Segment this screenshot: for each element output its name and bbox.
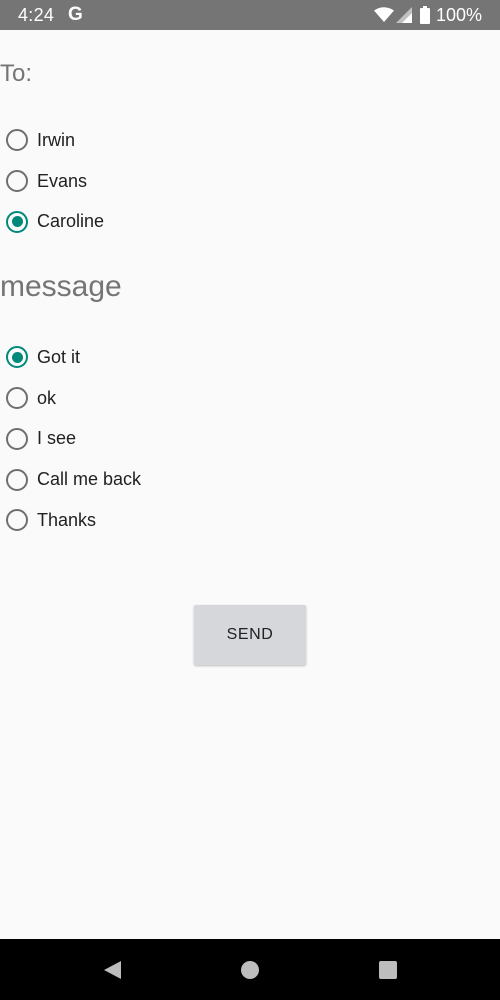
signal-icon <box>395 7 412 23</box>
message-option-ok[interactable]: ok <box>6 378 141 419</box>
status-time: 4:24 <box>18 5 55 25</box>
battery-icon <box>419 6 430 24</box>
message-label: message <box>0 270 122 303</box>
radio-label: Caroline <box>37 211 105 232</box>
message-option-got-it[interactable]: Got it <box>6 337 141 378</box>
radio-label: Irwin <box>37 129 76 150</box>
message-option-i-see[interactable]: I see <box>6 419 141 460</box>
radio-label: Call me back <box>37 469 142 490</box>
wifi-icon <box>373 7 394 23</box>
message-radio-group: Got it ok I see Call me back Thanks <box>6 337 141 541</box>
radio-label: Evans <box>37 170 88 191</box>
message-option-call-me-back[interactable]: Call me back <box>6 459 141 500</box>
recipient-option-irwin[interactable]: Irwin <box>6 120 104 161</box>
recipient-option-evans[interactable]: Evans <box>6 161 104 202</box>
radio-button-checked[interactable] <box>6 210 28 233</box>
radio-button-checked[interactable] <box>6 346 28 369</box>
radio-label: I see <box>37 428 77 449</box>
radio-button[interactable] <box>6 509 28 532</box>
radio-button[interactable] <box>6 387 28 410</box>
back-icon[interactable] <box>101 959 123 981</box>
radio-button[interactable] <box>6 427 28 450</box>
google-icon: G <box>68 4 83 25</box>
message-option-thanks[interactable]: Thanks <box>6 500 141 541</box>
radio-label: ok <box>37 387 57 408</box>
recents-icon[interactable] <box>377 959 399 981</box>
radio-button[interactable] <box>6 170 28 193</box>
radio-label: Got it <box>37 346 81 367</box>
status-icons: 100% <box>373 4 482 26</box>
to-label: To: <box>0 60 33 87</box>
radio-button[interactable] <box>6 468 28 491</box>
radio-label: Thanks <box>37 509 97 530</box>
status-bar: 4:24 G 100% <box>0 0 500 30</box>
battery-percent: 100% <box>435 4 482 25</box>
recipient-option-caroline[interactable]: Caroline <box>6 202 104 243</box>
send-button[interactable]: SEND <box>194 605 306 665</box>
navigation-bar <box>0 939 500 1000</box>
home-icon[interactable] <box>239 959 261 981</box>
radio-button[interactable] <box>6 129 28 152</box>
recipient-radio-group: Irwin Evans Caroline <box>6 120 104 242</box>
